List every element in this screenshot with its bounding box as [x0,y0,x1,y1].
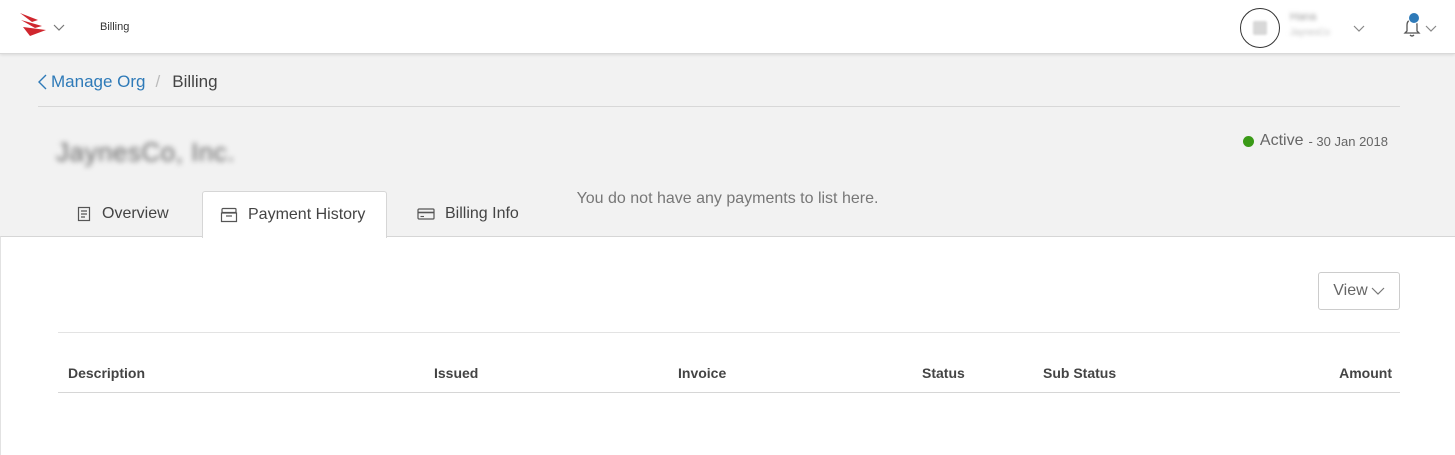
credit-card-icon [417,208,435,220]
chevron-left-icon [38,74,47,90]
view-dropdown-button[interactable]: View [1318,272,1400,310]
tab-payment-history[interactable]: Payment History [202,191,387,238]
column-header-amount[interactable]: Amount [1339,365,1392,381]
payment-history-panel: View Description Issued Invoice Status S… [0,236,1455,455]
user-org: JaynesCo [1290,27,1331,37]
column-header-invoice[interactable]: Invoice [678,365,726,381]
user-name[interactable]: Hana [1290,11,1316,23]
breadcrumb: Manage Org / Billing [38,70,218,94]
column-header-description[interactable]: Description [68,365,145,381]
breadcrumb-current: Billing [172,72,218,91]
notification-dot [1408,12,1420,24]
view-button-label: View [1333,282,1368,299]
avatar-image [1253,21,1267,35]
user-menu-chevron-icon[interactable] [1352,21,1366,35]
status-label: Active [1259,132,1304,149]
document-icon [77,206,91,222]
brand-logo-icon[interactable] [18,11,48,37]
nav-page-title: Billing [100,21,130,33]
chevron-down-icon [1371,287,1385,295]
column-header-sub-status[interactable]: Sub Status [1043,365,1116,381]
avatar[interactable] [1240,8,1280,48]
breadcrumb-back-link[interactable]: Manage Org [38,72,146,92]
breadcrumb-separator: / [155,72,161,91]
breadcrumb-divider [38,106,1400,107]
org-status: Active - 30 Jan 2018 [1242,132,1388,150]
chevron-down-icon[interactable] [52,20,66,34]
tab-payment-history-label: Payment History [248,206,366,223]
notifications-chevron-icon[interactable] [1424,21,1438,35]
archive-icon [220,207,238,223]
top-navbar: Billing Hana JaynesCo [0,0,1455,54]
column-header-issued[interactable]: Issued [434,365,478,381]
breadcrumb-back-label: Manage Org [51,72,146,91]
table-header: Description Issued Invoice Status Sub St… [58,355,1400,393]
status-date: - 30 Jan 2018 [1308,133,1388,149]
toolbar-divider [58,332,1400,333]
status-dot [1242,135,1254,147]
column-header-status[interactable]: Status [922,365,965,381]
org-name: JaynesCo, Inc. [56,137,235,167]
